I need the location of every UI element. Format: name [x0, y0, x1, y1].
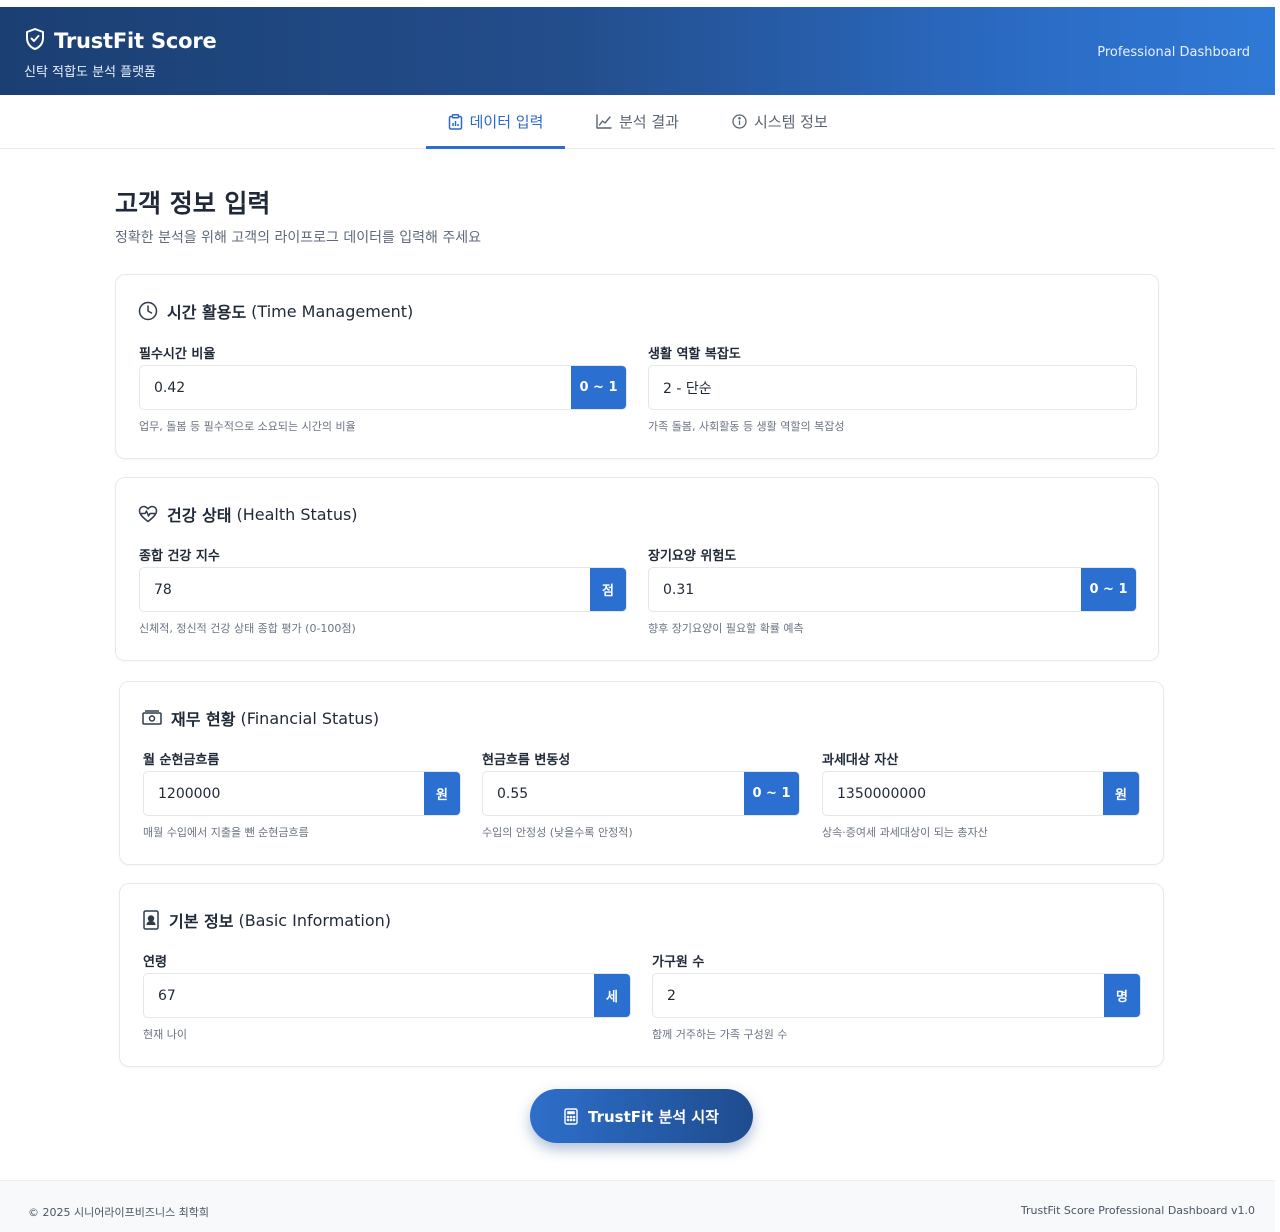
app-root: TrustFit Score 신탁 적합도 분석 플랫폼 Professiona…: [0, 0, 1280, 1232]
tab-label: 데이터 입력: [469, 113, 544, 131]
heart-pulse-icon: [138, 505, 158, 523]
unit-addon: 점: [590, 568, 626, 611]
copyright-text: © 2025 시니어라이프비즈니스 최학희: [28, 1206, 210, 1219]
field-label: 장기요양 위험도: [648, 549, 737, 564]
page-subtitle: 정확한 분석을 위해 고객의 라이프로그 데이터를 입력해 주세요: [115, 230, 482, 246]
field-label: 생활 역할 복잡도: [648, 347, 741, 362]
clock-icon: [138, 301, 158, 321]
field-label: 필수시간 비율: [139, 347, 216, 362]
field-label: 연령: [143, 955, 167, 970]
card-time-management: 시간 활용도 (Time Management) 필수시간 비율 0 ~ 1 업…: [115, 274, 1159, 459]
field-household-size: 가구원 수 명 함께 거주하는 가족 구성원 수: [652, 951, 1141, 1041]
version-text: TrustFit Score Professional Dashboard v1…: [1020, 1204, 1255, 1217]
unit-addon: 0 ~ 1: [571, 366, 626, 409]
field-age: 연령 세 현재 나이: [143, 951, 631, 1041]
age-input[interactable]: [144, 974, 594, 1017]
unit-addon: 원: [424, 772, 460, 815]
card-financial-status: 재무 현황 (Financial Status) 월 순현금흐름 원 매월 수입…: [119, 681, 1164, 865]
field-hint: 함께 거주하는 가족 구성원 수: [652, 1028, 788, 1041]
tab-system-info[interactable]: 시스템 정보: [732, 95, 828, 148]
footer: © 2025 시니어라이프비즈니스 최학희 TrustFit Score Pro…: [0, 1180, 1275, 1232]
dashboard-label: Professional Dashboard: [1097, 45, 1250, 60]
field-hint: 업무, 돌봄 등 필수적으로 소요되는 시간의 비율: [139, 420, 356, 433]
tab-bar: 데이터 입력 분석 결과 시스템 정보: [0, 95, 1275, 149]
card-health-status: 건강 상태 (Health Status) 종합 건강 지수 점 신체적, 정신…: [115, 477, 1159, 661]
calculator-icon: [564, 1107, 578, 1125]
field-hint: 상속·증여세 과세대상이 되는 총자산: [822, 826, 988, 839]
unit-addon: 0 ~ 1: [744, 772, 799, 815]
monthly-net-cashflow-input[interactable]: [144, 772, 424, 815]
shield-check-icon: [24, 27, 46, 55]
line-chart-icon: [596, 114, 612, 129]
field-life-role-complexity: 생활 역할 복잡도 가족 돌봄, 사회활동 등 생활 역할의 복잡성: [648, 343, 1137, 433]
tab-label: 시스템 정보: [754, 113, 828, 131]
field-required-time-ratio: 필수시간 비율 0 ~ 1 업무, 돌봄 등 필수적으로 소요되는 시간의 비율: [139, 343, 627, 433]
long-term-care-risk-input[interactable]: [649, 568, 1081, 611]
card-title: 시간 활용도 (Time Management): [138, 299, 413, 323]
tab-data-input[interactable]: 데이터 입력: [426, 95, 565, 149]
taxable-assets-input[interactable]: [823, 772, 1103, 815]
card-title: 재무 현황 (Financial Status): [142, 706, 379, 730]
money-icon: [142, 710, 162, 726]
life-role-complexity-select[interactable]: [649, 366, 1136, 409]
field-label: 월 순현금흐름: [143, 753, 220, 768]
card-basic-information: 기본 정보 (Basic Information) 연령 세 현재 나이 가구원…: [119, 883, 1164, 1067]
start-analysis-button[interactable]: TrustFit 분석 시작: [530, 1089, 753, 1143]
field-monthly-net-cashflow: 월 순현금흐름 원 매월 수입에서 지출을 뺀 순현금흐름: [143, 749, 461, 839]
card-title: 기본 정보 (Basic Information): [142, 908, 391, 932]
field-label: 가구원 수: [652, 955, 705, 970]
field-cashflow-volatility: 현금흐름 변동성 0 ~ 1 수입의 안정성 (낮을수록 안정적): [482, 749, 800, 839]
unit-addon: 0 ~ 1: [1081, 568, 1136, 611]
tab-analysis-results[interactable]: 분석 결과: [596, 95, 679, 148]
field-hint: 매월 수입에서 지출을 뺀 순현금흐름: [143, 826, 309, 839]
unit-addon: 세: [594, 974, 630, 1017]
field-health-index: 종합 건강 지수 점 신체적, 정신적 건강 상태 종합 평가 (0-100점): [139, 545, 627, 635]
field-label: 현금흐름 변동성: [482, 753, 571, 768]
required-time-ratio-input[interactable]: [140, 366, 571, 409]
brand: TrustFit Score 신탁 적합도 분석 플랫폼: [24, 27, 217, 80]
field-label: 종합 건강 지수: [139, 549, 220, 564]
info-icon: [732, 114, 747, 129]
field-label: 과세대상 자산: [822, 753, 899, 768]
household-size-input[interactable]: [653, 974, 1104, 1017]
app-subtitle: 신탁 적합도 분석 플랫폼: [24, 65, 156, 80]
unit-addon: 명: [1104, 974, 1140, 1017]
field-long-term-care-risk: 장기요양 위험도 0 ~ 1 향후 장기요양이 필요할 확률 예측: [648, 545, 1137, 635]
app-title: TrustFit Score: [54, 29, 217, 53]
start-analysis-label: TrustFit 분석 시작: [588, 1107, 719, 1126]
id-badge-icon: [142, 910, 160, 930]
health-index-input[interactable]: [140, 568, 590, 611]
field-hint: 가족 돌봄, 사회활동 등 생활 역할의 복잡성: [648, 420, 845, 433]
app-header: TrustFit Score 신탁 적합도 분석 플랫폼 Professiona…: [0, 7, 1275, 95]
field-hint: 향후 장기요양이 필요할 확률 예측: [648, 622, 804, 635]
field-hint: 현재 나이: [143, 1028, 187, 1041]
document-chart-icon: [448, 113, 463, 130]
card-title: 건강 상태 (Health Status): [138, 502, 358, 526]
unit-addon: 원: [1103, 772, 1139, 815]
cashflow-volatility-input[interactable]: [483, 772, 744, 815]
field-taxable-assets: 과세대상 자산 원 상속·증여세 과세대상이 되는 총자산: [822, 749, 1140, 839]
tab-label: 분석 결과: [619, 113, 679, 131]
field-hint: 신체적, 정신적 건강 상태 종합 평가 (0-100점): [139, 622, 356, 635]
page-title: 고객 정보 입력: [115, 189, 271, 218]
field-hint: 수입의 안정성 (낮을수록 안정적): [482, 826, 633, 839]
